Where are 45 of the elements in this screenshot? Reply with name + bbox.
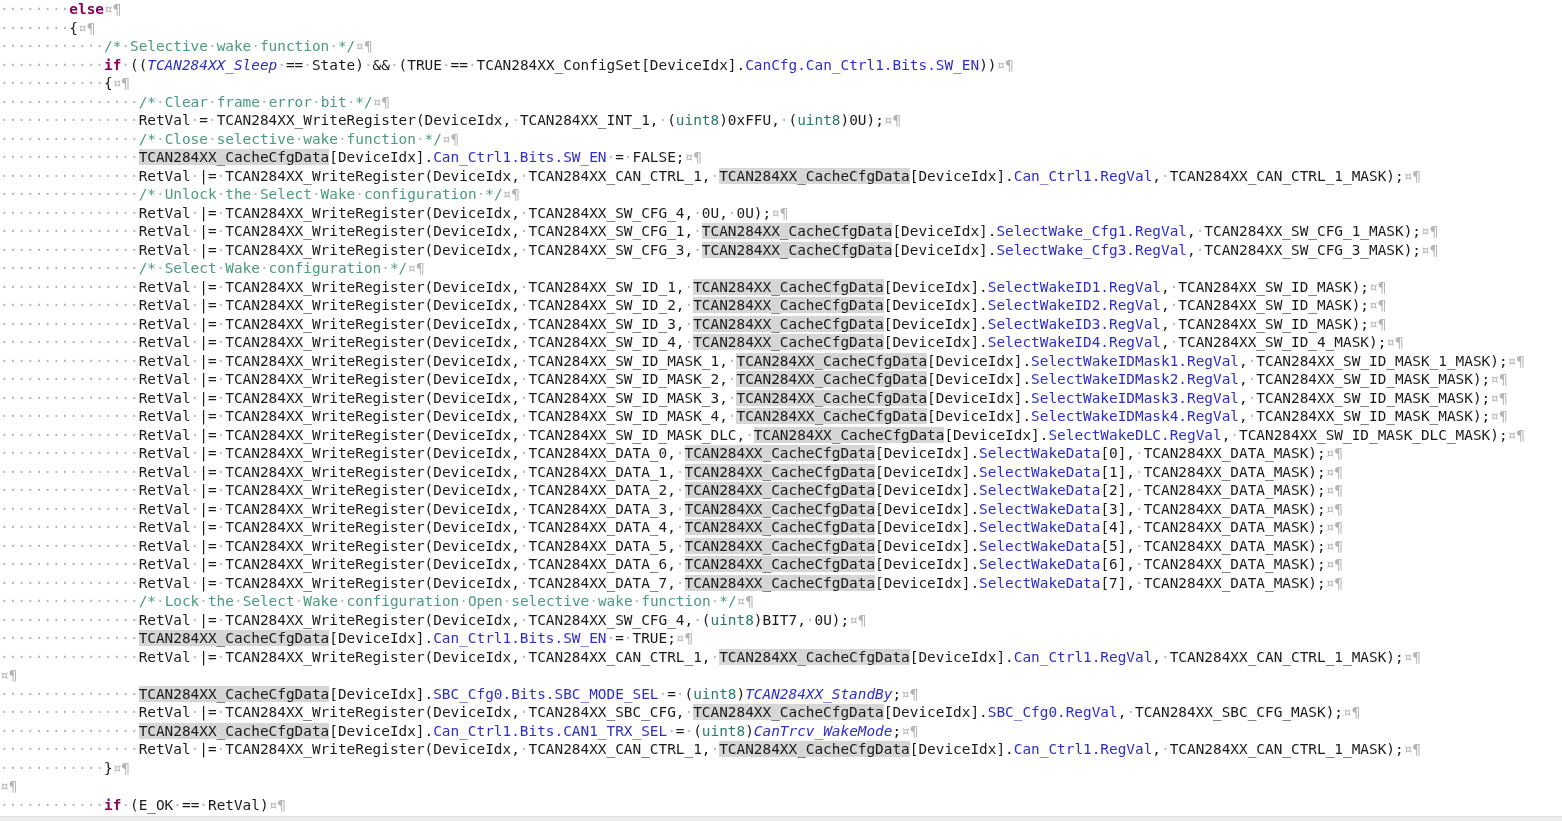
code-line: ················RetVal·|=·TCAN284XX_WriteRegister(DeviceIdx,·TCAN284XX_CAN_CTRL_1,·TCAN284XX_CacheCfgData[DeviceIdx].Can_Ctrl1.RegVal,·TCAN284XX_CAN_CTRL_1_MASK);¤¶ <box>0 740 1421 759</box>
code-line: ················/*·Clear·frame·error·bit·*/¤¶ <box>0 92 390 111</box>
code-line: ············/*·Selective·wake·function·*/¤¶ <box>0 37 373 56</box>
code-line: ················RetVal·|=·TCAN284XX_WriteRegister(DeviceIdx,·TCAN284XX_SW_CFG_1,·TCAN284XX_CacheCfgData[DeviceIdx].SelectWake_Cfg1.RegVal,·TCAN284XX_SW_CFG_1_MASK);¤¶ <box>0 222 1439 241</box>
code-line: ················RetVal·|=·TCAN284XX_WriteRegister(DeviceIdx,·TCAN284XX_DATA_2,·TCAN284XX_CacheCfgData[DeviceIdx].SelectWakeData[2],·TCAN284XX_DATA_MASK);¤¶ <box>0 481 1343 500</box>
code-line: ················/*·Lock·the·Select·Wake·configuration·Open·selective·wake·function·*/¤¶ <box>0 592 754 611</box>
code-line: ············}¤¶ <box>0 758 130 777</box>
code-line: ········{¤¶ <box>0 18 96 37</box>
code-line: ················RetVal·|=·TCAN284XX_WriteRegister(DeviceIdx,·TCAN284XX_SW_ID_MASK_4,·TCAN284XX_CacheCfgData[DeviceIdx].SelectWakeIDMask4.RegVal,·TCAN284XX_SW_ID_MASK_MASK);¤¶ <box>0 407 1508 426</box>
code-line: ················RetVal·|=·TCAN284XX_WriteRegister(DeviceIdx,·TCAN284XX_SW_ID_MASK_3,·TCAN284XX_CacheCfgData[DeviceIdx].SelectWakeIDMask3.RegVal,·TCAN284XX_SW_ID_MASK_MASK);¤¶ <box>0 388 1508 407</box>
code-line: ················RetVal·|=·TCAN284XX_WriteRegister(DeviceIdx,·TCAN284XX_DATA_1,·TCAN284XX_CacheCfgData[DeviceIdx].SelectWakeData[1],·TCAN284XX_DATA_MASK);¤¶ <box>0 462 1343 481</box>
code-line: ················TCAN284XX_CacheCfgData[DeviceIdx].Can_Ctrl1.Bits.CAN1_TRX_SEL·=·(uint8)CanTrcv_WakeMode;¤¶ <box>0 721 919 740</box>
code-line: ················RetVal·|=·TCAN284XX_WriteRegister(DeviceIdx,·TCAN284XX_SW_ID_MASK_2,·TCAN284XX_CacheCfgData[DeviceIdx].SelectWakeIDMask2.RegVal,·TCAN284XX_SW_ID_MASK_MASK);¤¶ <box>0 370 1508 389</box>
code-line: ················RetVal·|=·TCAN284XX_WriteRegister(DeviceIdx,·TCAN284XX_SBC_CFG,·TCAN284XX_CacheCfgData[DeviceIdx].SBC_Cfg0.RegVal,·TCAN284XX_SBC_CFG_MASK);¤¶ <box>0 703 1361 722</box>
code-line: ················RetVal·|=·TCAN284XX_WriteRegister(DeviceIdx,·TCAN284XX_DATA_4,·TCAN284XX_CacheCfgData[DeviceIdx].SelectWakeData[4],·TCAN284XX_DATA_MASK);¤¶ <box>0 518 1343 537</box>
code-line: ················RetVal·|=·TCAN284XX_WriteRegister(DeviceIdx,·TCAN284XX_SW_CFG_4,·(uint8)BIT7,·0U);¤¶ <box>0 610 867 629</box>
code-line: ················RetVal·|=·TCAN284XX_WriteRegister(DeviceIdx,·TCAN284XX_DATA_6,·TCAN284XX_CacheCfgData[DeviceIdx].SelectWakeData[6],·TCAN284XX_DATA_MASK);¤¶ <box>0 555 1343 574</box>
code-line: ················RetVal·|=·TCAN284XX_WriteRegister(DeviceIdx,·TCAN284XX_SW_ID_3,·TCAN284XX_CacheCfgData[DeviceIdx].SelectWakeID3.RegVal,·TCAN284XX_SW_ID_MASK);¤¶ <box>0 314 1387 333</box>
code-line: ················RetVal·|=·TCAN284XX_WriteRegister(DeviceIdx,·TCAN284XX_SW_ID_2,·TCAN284XX_CacheCfgData[DeviceIdx].SelectWakeID2.RegVal,·TCAN284XX_SW_ID_MASK);¤¶ <box>0 296 1387 315</box>
code-line: ················RetVal·|=·TCAN284XX_WriteRegister(DeviceIdx,·TCAN284XX_DATA_5,·TCAN284XX_CacheCfgData[DeviceIdx].SelectWakeData[5],·TCAN284XX_DATA_MASK);¤¶ <box>0 536 1343 555</box>
code-line: ················RetVal·|=·TCAN284XX_WriteRegister(DeviceIdx,·TCAN284XX_SW_CFG_3,·TCAN284XX_CacheCfgData[DeviceIdx].SelectWake_Cfg3.RegVal,·TCAN284XX_SW_CFG_3_MASK);¤¶ <box>0 240 1439 259</box>
code-line: ················RetVal·=·TCAN284XX_WriteRegister(DeviceIdx,·TCAN284XX_INT_1,·(uint8)0xFFU,·(uint8)0U);¤¶ <box>0 111 902 130</box>
code-line: ················/*·Unlock·the·Select·Wake·configuration·*/¤¶ <box>0 185 520 204</box>
code-line: ¤¶ <box>0 777 18 796</box>
code-line: ················TCAN284XX_CacheCfgData[DeviceIdx].Can_Ctrl1.Bits.SW_EN·=·TRUE;¤¶ <box>0 629 694 648</box>
code-line: ················/*·Select·Wake·configuration·*/¤¶ <box>0 259 425 278</box>
code-line: ············{¤¶ <box>0 74 130 93</box>
code-line: ················RetVal·|=·TCAN284XX_WriteRegister(DeviceIdx,·TCAN284XX_CAN_CTRL_1,·TCAN284XX_CacheCfgData[DeviceIdx].Can_Ctrl1.RegVal,·TCAN284XX_CAN_CTRL_1_MASK);¤¶ <box>0 166 1421 185</box>
code-line: ················RetVal·|=·TCAN284XX_WriteRegister(DeviceIdx,·TCAN284XX_SW_ID_MASK_DLC,·TCAN284XX_CacheCfgData[DeviceIdx].SelectWakeDLC.RegVal,·TCAN284XX_SW_ID_MASK_DLC_MASK);¤¶ <box>0 425 1525 444</box>
horizontal-scrollbar[interactable] <box>0 816 1562 821</box>
code-line: ················/*·Close·selective·wake·function·*/¤¶ <box>0 129 460 148</box>
code-line: ············if·(E_OK·==·RetVal)¤¶ <box>0 795 286 814</box>
code-line: ················RetVal·|=·TCAN284XX_WriteRegister(DeviceIdx,·TCAN284XX_DATA_0,·TCAN284XX_CacheCfgData[DeviceIdx].SelectWakeData[0],·TCAN284XX_DATA_MASK);¤¶ <box>0 444 1343 463</box>
code-line: ········else¤¶ <box>0 0 122 19</box>
code-line: ················RetVal·|=·TCAN284XX_WriteRegister(DeviceIdx,·TCAN284XX_SW_ID_1,·TCAN284XX_CacheCfgData[DeviceIdx].SelectWakeID1.RegVal,·TCAN284XX_SW_ID_MASK);¤¶ <box>0 277 1387 296</box>
code-line: ················RetVal·|=·TCAN284XX_WriteRegister(DeviceIdx,·TCAN284XX_CAN_CTRL_1,·TCAN284XX_CacheCfgData[DeviceIdx].Can_Ctrl1.RegVal,·TCAN284XX_CAN_CTRL_1_MASK);¤¶ <box>0 647 1421 666</box>
code-line: ················TCAN284XX_CacheCfgData[DeviceIdx].SBC_Cfg0.Bits.SBC_MODE_SEL·=·(uint8)TCAN284XX_StandBy;¤¶ <box>0 684 919 703</box>
code-line: ················RetVal·|=·TCAN284XX_WriteRegister(DeviceIdx,·TCAN284XX_DATA_7,·TCAN284XX_CacheCfgData[DeviceIdx].SelectWakeData[7],·TCAN284XX_DATA_MASK);¤¶ <box>0 573 1343 592</box>
code-line: ············if·((TCAN284XX_Sleep·==·State)·&&·(TRUE·==·TCAN284XX_ConfigSet[DeviceIdx].CanCfg.Can_Ctrl1.Bits.SW_EN))¤¶ <box>0 55 1014 74</box>
code-line: ················RetVal·|=·TCAN284XX_WriteRegister(DeviceIdx,·TCAN284XX_SW_ID_MASK_1,·TCAN284XX_CacheCfgData[DeviceIdx].SelectWakeIDMask1.RegVal,·TCAN284XX_SW_ID_MASK_1_MASK);¤¶ <box>0 351 1525 370</box>
code-line: ¤¶ <box>0 666 18 685</box>
code-line: ················RetVal·|=·TCAN284XX_WriteRegister(DeviceIdx,·TCAN284XX_SW_CFG_4,·0U,·0U);¤¶ <box>0 203 789 222</box>
code-line: ················RetVal·|=·TCAN284XX_WriteRegister(DeviceIdx,·TCAN284XX_SW_ID_4,·TCAN284XX_CacheCfgData[DeviceIdx].SelectWakeID4.RegVal,·TCAN284XX_SW_ID_4_MASK);¤¶ <box>0 333 1404 352</box>
code-line: ················TCAN284XX_CacheCfgData[DeviceIdx].Can_Ctrl1.Bits.SW_EN·=·FALSE;¤¶ <box>0 148 702 167</box>
code-line: ················RetVal·|=·TCAN284XX_WriteRegister(DeviceIdx,·TCAN284XX_DATA_3,·TCAN284XX_CacheCfgData[DeviceIdx].SelectWakeData[3],·TCAN284XX_DATA_MASK);¤¶ <box>0 499 1343 518</box>
